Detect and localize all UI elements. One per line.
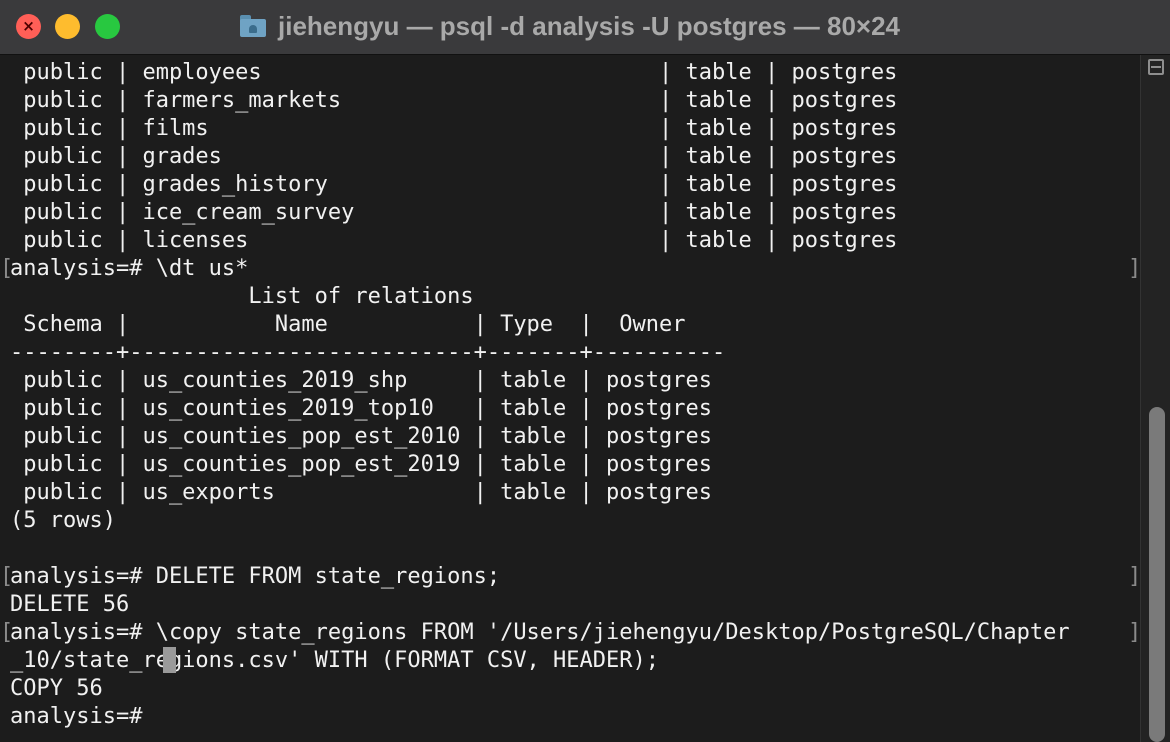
command-mark-close: ]: [1128, 256, 1140, 281]
prompt-command-copy-continued: _10/state_regions.csv' WITH (FORMAT CSV,…: [10, 648, 660, 673]
table-row-licenses: public | licenses | table | postgres: [10, 228, 898, 253]
table-row-ice-cream-survey: public | ice_cream_survey | table | post…: [10, 200, 898, 225]
scrollbar-thumb[interactable]: [1149, 407, 1165, 742]
folder-icon: [240, 15, 266, 37]
table-row-us-counties-2019-top10: public | us_counties_2019_top10 | table …: [10, 396, 712, 421]
minimize-window-button[interactable]: [55, 14, 80, 39]
table-row-employees: public | employees | table | postgres: [10, 60, 898, 85]
table-row-grades-history: public | grades_history | table | postgr…: [10, 172, 898, 197]
terminal-window: × jiehengyu — psql -d analysis -U postgr…: [0, 0, 1170, 742]
command-mark-close: ]: [1128, 620, 1140, 645]
terminal-output[interactable]: public | employees | table | postgres pu…: [0, 55, 1140, 742]
command-mark-close: ]: [1128, 564, 1140, 589]
delete-result: DELETE 56: [10, 592, 130, 617]
copy-result: COPY 56: [10, 676, 103, 701]
table-row-grades: public | grades | table | postgres: [10, 144, 898, 169]
row-count: (5 rows): [10, 508, 116, 533]
window-title-text: jiehengyu — psql -d analysis -U postgres…: [278, 10, 901, 41]
close-x-icon: ×: [22, 17, 35, 35]
relations-separator: --------+--------------------------+----…: [10, 340, 726, 365]
current-prompt[interactable]: analysis=#: [10, 703, 156, 731]
table-row-us-counties-2019-shp: public | us_counties_2019_shp | table | …: [10, 368, 712, 393]
text-cursor: [163, 647, 176, 673]
relations-header: Schema | Name | Type | Owner: [10, 312, 686, 337]
prompt-command-copy: analysis=# \copy state_regions FROM '/Us…: [10, 620, 1070, 645]
maximize-window-button[interactable]: [95, 14, 120, 39]
table-row-us-exports: public | us_exports | table | postgres: [10, 480, 712, 505]
prompt-command-dt: analysis=# \dt us*: [10, 256, 249, 281]
vertical-scrollbar[interactable]: [1140, 55, 1170, 742]
relations-title: List of relations: [10, 284, 474, 309]
window-title: jiehengyu — psql -d analysis -U postgres…: [240, 0, 900, 52]
split-view-icon[interactable]: [1148, 59, 1164, 75]
table-row-farmers-markets: public | farmers_markets | table | postg…: [10, 88, 898, 113]
table-row-us-counties-pop-est-2019: public | us_counties_pop_est_2019 | tabl…: [10, 452, 712, 477]
prompt-command-delete: analysis=# DELETE FROM state_regions;: [10, 564, 501, 589]
close-window-button[interactable]: ×: [16, 14, 41, 39]
table-row-us-counties-pop-est-2010: public | us_counties_pop_est_2010 | tabl…: [10, 424, 712, 449]
table-row-films: public | films | table | postgres: [10, 116, 898, 141]
title-bar[interactable]: × jiehengyu — psql -d analysis -U postgr…: [0, 0, 1170, 55]
